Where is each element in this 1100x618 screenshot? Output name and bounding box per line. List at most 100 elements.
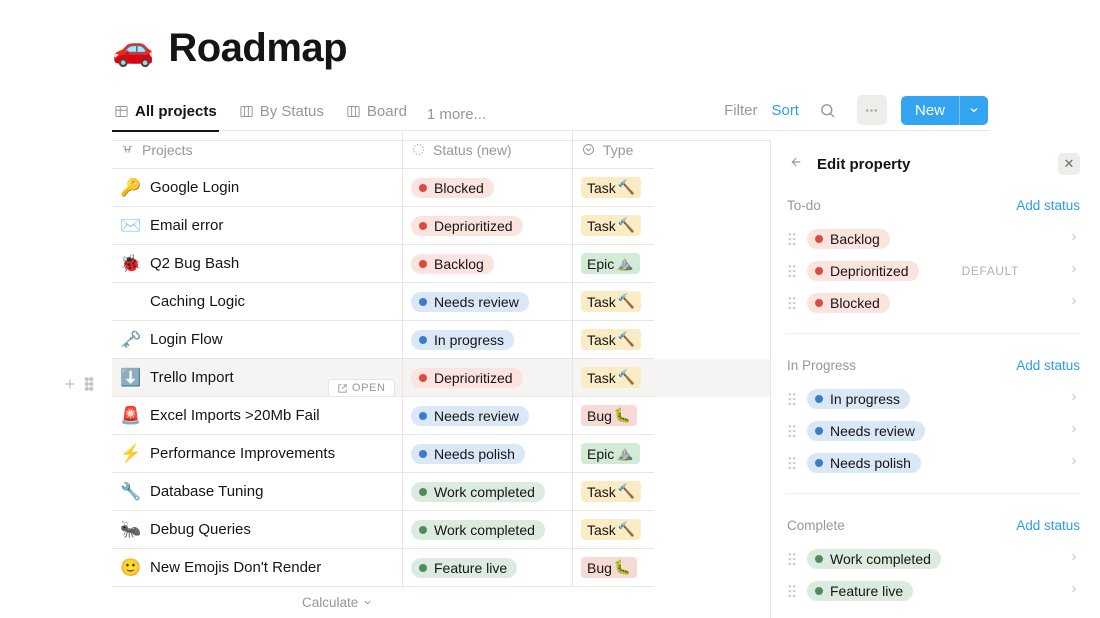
type-cell[interactable]: Task🔨 [572,169,654,207]
tabs-more[interactable]: 1 more... [427,106,486,123]
status-cell[interactable]: Feature live [402,549,572,587]
type-cell[interactable]: Task🔨 [572,283,654,321]
status-cell[interactable]: Needs review [402,283,572,321]
col-status[interactable]: Status (new) [402,131,572,169]
status-option[interactable]: Needs polish [787,447,1080,479]
status-section: Complete Add status Work completed Featu… [787,518,1080,607]
project-name: Database Tuning [150,483,263,500]
filter-button[interactable]: Filter [724,102,757,119]
more-icon[interactable] [857,95,887,125]
type-cell[interactable]: Bug🐛 [572,549,654,587]
row-icon: 🚨 [120,406,140,426]
status-cell[interactable]: Blocked [402,169,572,207]
status-pill: Needs polish [807,453,921,473]
add-status-button[interactable]: Add status [1016,198,1080,213]
drag-handle-icon[interactable] [787,264,797,278]
row-gutter[interactable] [62,376,106,392]
status-pill: Needs review [411,292,529,312]
sort-button[interactable]: Sort [771,102,799,119]
status-cell[interactable]: Work completed [402,511,572,549]
status-cell[interactable]: Needs review [402,397,572,435]
new-dropdown[interactable] [959,96,988,125]
type-cell[interactable]: Task🔨 [572,321,654,359]
row-icon: 🗝️ [120,330,140,350]
status-cell[interactable]: Deprioritized [402,359,572,397]
project-name: Login Flow [150,331,223,348]
page-title-text[interactable]: Roadmap [168,26,347,71]
tab-board[interactable]: Board [344,99,409,130]
chevron-right-icon [1068,391,1080,407]
drag-handle-icon[interactable] [787,424,797,438]
project-cell[interactable]: ✉️ Email error [112,207,402,245]
drag-handle-icon[interactable] [787,584,797,598]
project-cell[interactable]: 🙂 New Emojis Don't Render [112,549,402,587]
type-cell[interactable]: Task🔨 [572,473,654,511]
row-icon: ⬇️ [120,368,140,388]
status-cell[interactable]: Work completed [402,473,572,511]
project-cell[interactable]: 🔧 Database Tuning [112,473,402,511]
chevron-right-icon [1068,231,1080,247]
col-label: Projects [142,142,193,158]
project-cell[interactable]: ⚡ Performance Improvements [112,435,402,473]
board-icon [239,104,254,119]
status-cell[interactable]: In progress [402,321,572,359]
col-projects[interactable]: Projects [112,131,402,169]
project-cell[interactable]: 🚨 Excel Imports >20Mb Fail [112,397,402,435]
default-tag: DEFAULT [962,264,1019,278]
tab-by-status[interactable]: By Status [237,99,326,130]
add-status-button[interactable]: Add status [1016,358,1080,373]
chevron-right-icon [1068,455,1080,471]
page-title: 🚗 Roadmap [112,26,1100,71]
status-option[interactable]: Deprioritized DEFAULT [787,255,1080,287]
status-option[interactable]: Feature live [787,575,1080,607]
type-cell[interactable]: Task🔨 [572,511,654,549]
status-pill: Needs polish [411,444,525,464]
section-name: To-do [787,198,821,213]
drag-handle-icon[interactable] [787,392,797,406]
status-pill: Blocked [807,293,890,313]
project-cell[interactable]: Caching Logic [112,283,402,321]
project-cell[interactable]: 🐞 Q2 Bug Bash [112,245,402,283]
search-icon[interactable] [813,95,843,125]
type-cell[interactable]: Task🔨 [572,359,654,397]
project-name: Debug Queries [150,521,251,538]
drag-handle-icon[interactable] [787,296,797,310]
new-button[interactable]: New [901,96,959,125]
project-cell[interactable]: 🐜 Debug Queries [112,511,402,549]
type-pill: Bug🐛 [581,405,637,426]
drag-handle-icon[interactable] [787,552,797,566]
back-button[interactable] [787,154,803,174]
status-option[interactable]: Needs review [787,415,1080,447]
status-option[interactable]: Work completed [787,543,1080,575]
status-option[interactable]: In progress [787,383,1080,415]
status-option[interactable]: Backlog [787,223,1080,255]
page-icon[interactable]: 🚗 [112,32,154,66]
row-icon: 🔑 [120,178,140,198]
type-cell[interactable]: Epic⛰️ [572,245,654,283]
col-type[interactable]: Type [572,131,654,169]
status-cell[interactable]: Backlog [402,245,572,283]
status-cell[interactable]: Deprioritized [402,207,572,245]
project-cell[interactable]: 🗝️ Login Flow [112,321,402,359]
type-cell[interactable]: Epic⛰️ [572,435,654,473]
drag-handle-icon[interactable] [787,232,797,246]
edit-property-panel: Edit property ✕ To-do Add status Backlog… [770,140,1100,618]
chevron-right-icon [1068,295,1080,311]
type-cell[interactable]: Bug🐛 [572,397,654,435]
status-cell[interactable]: Needs polish [402,435,572,473]
add-status-button[interactable]: Add status [1016,518,1080,533]
status-pill: Needs review [807,421,925,441]
close-button[interactable]: ✕ [1058,153,1080,175]
drag-handle-icon[interactable] [84,377,94,391]
status-pill: Deprioritized [807,261,919,281]
project-cell[interactable]: 🔑 Google Login [112,169,402,207]
tab-label: Board [367,103,407,120]
type-cell[interactable]: Task🔨 [572,207,654,245]
type-pill: Task🔨 [581,519,641,540]
status-option[interactable]: Blocked [787,287,1080,319]
tab-all-projects[interactable]: All projects [112,99,219,132]
open-page-button[interactable]: OPEN [328,379,395,397]
project-name: Google Login [150,179,239,196]
drag-handle-icon[interactable] [787,456,797,470]
status-pill: Deprioritized [411,368,523,388]
